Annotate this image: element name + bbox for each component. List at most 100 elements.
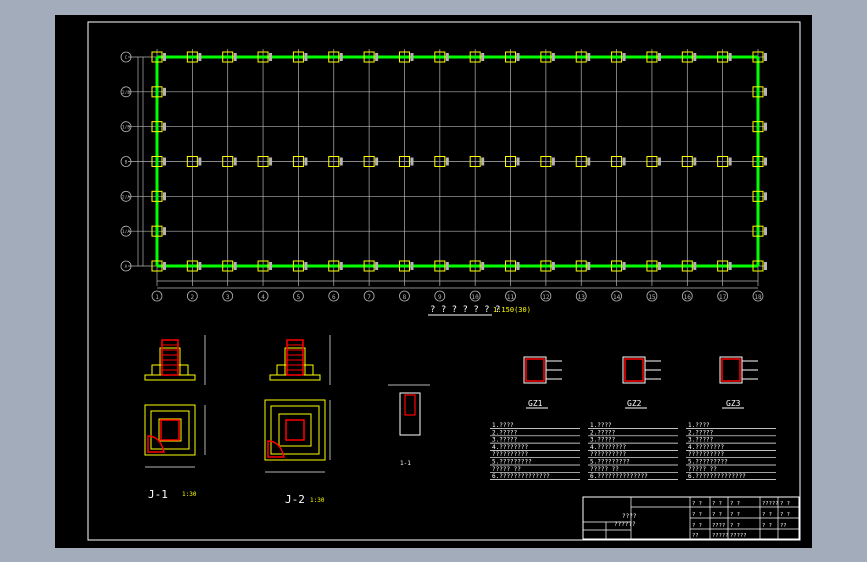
title-block-cell: ? ? — [692, 523, 702, 529]
footing-tag — [587, 262, 591, 270]
column-axis-label: 4 — [261, 294, 265, 301]
column-axis-label: 6 — [332, 294, 336, 301]
footing-tag — [764, 227, 767, 236]
note-line: ?????????? — [492, 451, 529, 458]
footing-tag — [657, 53, 661, 61]
j2-scale: 1:30 — [310, 497, 325, 504]
note-line: ?????????? — [688, 451, 725, 458]
note-line: 5.????????? — [492, 459, 532, 466]
note-line: ????? ?? — [688, 466, 717, 473]
footing-tag — [551, 53, 555, 61]
footing-tag — [304, 53, 308, 61]
note-line: 6.?????????????? — [492, 473, 550, 480]
title-block-cell: ????? — [730, 533, 747, 539]
title-block-cell: ? ? — [780, 512, 790, 518]
footing-tag — [728, 157, 732, 166]
footing-tag — [516, 157, 520, 166]
footing-tag — [551, 157, 555, 166]
column-axis-label: 2 — [191, 294, 195, 301]
column-axis-label: 11 — [507, 294, 515, 301]
note-line: ????? ?? — [590, 466, 619, 473]
row-axis-label: C — [125, 55, 128, 61]
footing-tag — [163, 227, 166, 236]
note-line: 1.???? — [590, 422, 612, 429]
footing-tag — [622, 53, 626, 61]
note-line: 2.????? — [590, 429, 616, 436]
footing-tag — [693, 262, 697, 270]
footing-tag — [728, 53, 732, 61]
note-line: 2.????? — [492, 429, 518, 436]
column-axis-label: 18 — [754, 294, 762, 301]
title-block-cell: ?? — [780, 523, 787, 529]
footing-tag — [410, 53, 414, 61]
footing-tag — [233, 53, 237, 61]
footing-tag — [587, 53, 591, 61]
gz2-label: GZ2 — [627, 399, 642, 408]
title-block-cell: ?? — [692, 533, 699, 539]
footing-tag — [764, 192, 767, 201]
title-block-cell: ? ? — [712, 501, 722, 507]
column-axis-label: 13 — [578, 294, 586, 301]
footing-tag — [375, 53, 379, 61]
note-line: 4.???????? — [688, 444, 725, 451]
footing-tag — [269, 53, 273, 61]
gz3-label: GZ3 — [726, 399, 741, 408]
note-line: 4.???????? — [590, 444, 627, 451]
footing-tag — [163, 192, 166, 201]
column-axis-label: 9 — [438, 294, 442, 301]
note-line: 3.????? — [688, 437, 714, 444]
column-axis-label: 17 — [719, 294, 727, 301]
footing-tag — [516, 53, 520, 61]
footing-tag — [163, 157, 166, 166]
column-axis-label: 1 — [155, 294, 159, 301]
note-line: 6.?????????????? — [688, 473, 746, 480]
title-block-cell: ? ? — [780, 501, 790, 507]
column-axis-label: 12 — [542, 294, 550, 301]
plan-title: ? ? ? ? ? ? ? — [430, 305, 500, 315]
row-axis-label: 2/B — [122, 90, 130, 96]
footing-tag — [551, 262, 555, 270]
footing-tag — [764, 87, 767, 96]
column-axis-label: 8 — [403, 294, 407, 301]
title-block-cell: ? ? — [712, 512, 722, 518]
title-block-cell: ????? — [712, 533, 729, 539]
j2-label: J-2 — [285, 493, 305, 506]
title-block-cell: ? ? — [730, 512, 740, 518]
title-block-cell: ????? — [762, 501, 779, 507]
note-line: 3.????? — [492, 437, 518, 444]
title-block-cell: ? ? — [692, 512, 702, 518]
title-block-cell: ? ? — [692, 501, 702, 507]
footing-tag — [764, 53, 767, 61]
footing-tag — [728, 262, 732, 270]
j1-label: J-1 — [148, 488, 168, 501]
title-block-cell: ? ? — [730, 523, 740, 529]
note-line: 2.????? — [688, 429, 714, 436]
note-line: 5.????????? — [590, 459, 630, 466]
footing-tag — [445, 157, 449, 166]
footing-tag — [481, 262, 485, 270]
footing-tag — [304, 157, 308, 166]
footing-tag — [375, 157, 379, 166]
note-line: ????? ?? — [492, 466, 521, 473]
column-axis-label: 10 — [472, 294, 480, 301]
title-block-cell: ? ? — [730, 501, 740, 507]
footing-tag — [516, 262, 520, 270]
footing-tag — [233, 157, 237, 166]
footing-tag — [622, 262, 626, 270]
section-label: 1-1 — [400, 460, 411, 467]
footing-tag — [445, 262, 449, 270]
j1-scale: 1:30 — [182, 491, 197, 498]
cad-drawing-viewport[interactable]: 1 2 3 4 5 6 7 8 9 10 11 12 13 14 15 16 17 18C2/B1/BB2/A1/… — [0, 0, 867, 562]
footing-tag — [269, 157, 273, 166]
footing-tag — [339, 262, 343, 270]
footing-tag — [481, 53, 485, 61]
row-axis-label: 2/A — [122, 194, 130, 200]
column-axis-label: 3 — [226, 294, 230, 301]
footing-tag — [198, 157, 202, 166]
title-block-cell: ???? — [712, 523, 725, 529]
footing-tag — [375, 262, 379, 270]
note-line: 5.????????? — [688, 459, 728, 466]
title-block-cell: ? ? — [762, 512, 772, 518]
footing-tag — [163, 262, 166, 270]
title-project: ???? — [622, 513, 637, 520]
